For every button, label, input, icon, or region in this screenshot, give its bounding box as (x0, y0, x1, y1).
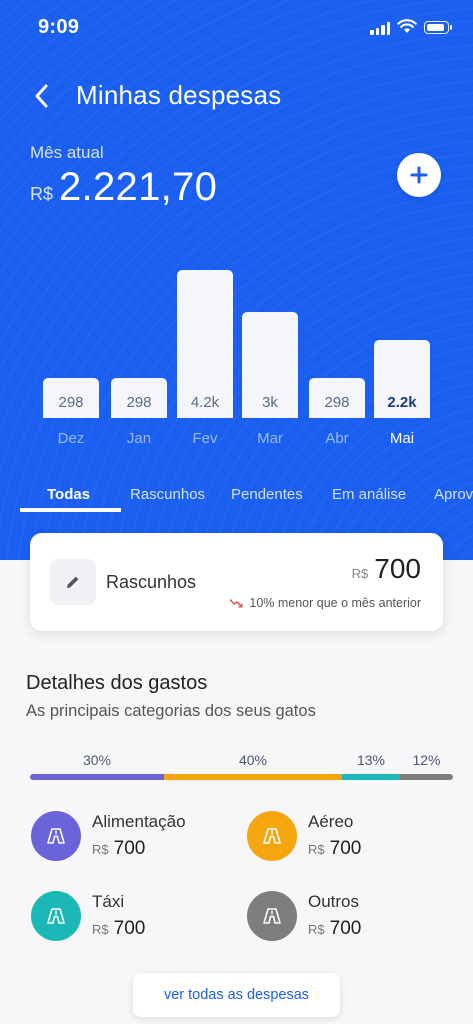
header-area: 9:09 Minhas despesas Mês atual R$ 2.221,… (0, 0, 473, 560)
plus-icon (410, 166, 428, 184)
chart-month-label[interactable]: Jan (111, 430, 167, 447)
distribution-percent-label: 13% (356, 752, 386, 768)
trend-down-icon (229, 599, 243, 608)
tab-em-análise[interactable]: Em análise (332, 486, 406, 503)
road-icon (263, 828, 281, 844)
chevron-left-icon (35, 84, 48, 108)
active-tab-indicator (20, 508, 121, 512)
category-item[interactable]: Alimentação R$ 700 (31, 811, 186, 861)
category-amount: R$ 700 (92, 918, 145, 940)
draft-summary-card[interactable]: Rascunhos R$ 700 10% menor que o mês ant… (30, 533, 443, 631)
category-value: 700 (329, 838, 362, 859)
page-title: Minhas despesas (76, 80, 282, 110)
details-title: Detalhes dos gastos (26, 672, 208, 694)
battery-icon (424, 21, 452, 34)
draft-comparison: 10% menor que o mês anterior (229, 596, 421, 610)
category-name: Alimentação (92, 812, 186, 831)
tab-todas[interactable]: Todas (47, 486, 90, 503)
category-value: 700 (329, 918, 362, 939)
wifi-icon (397, 19, 417, 33)
category-amount: R$ 700 (92, 838, 186, 860)
category-name: Aéreo (308, 812, 354, 831)
bar-value-label: 3k (262, 394, 278, 411)
category-name: Táxi (92, 892, 125, 911)
tab-pendentes[interactable]: Pendentes (231, 486, 303, 503)
chart-bar-mai[interactable]: 2.2k (374, 340, 430, 418)
category-item[interactable]: Outros R$ 700 (247, 891, 361, 941)
tab-aprov[interactable]: Aprov (434, 486, 473, 503)
chart-bar-mar[interactable]: 3k (242, 312, 298, 418)
status-bar: 9:09 (0, 0, 473, 56)
monthly-expenses-chart: 298 Dez 298 Jan 4.2k Fev 3k Mar 298 Abr 2.2k Mai (0, 230, 473, 460)
current-month-total: R$ 2.221,70 (30, 165, 217, 210)
chart-bar-jan[interactable]: 298 (111, 378, 167, 418)
tab-rascunhos[interactable]: Rascunhos (130, 486, 205, 503)
road-icon (47, 908, 65, 924)
back-button[interactable] (26, 78, 56, 114)
bar-value-label: 4.2k (190, 394, 220, 411)
chart-bar-abr[interactable]: 298 (309, 378, 365, 418)
pencil-icon (67, 576, 79, 588)
draft-comparison-text: 10% menor que o mês anterior (249, 596, 421, 610)
category-value: 700 (113, 838, 146, 859)
category-icon (31, 811, 81, 861)
road-icon (47, 828, 65, 844)
chart-month-label[interactable]: Dez (43, 430, 99, 447)
category-icon (247, 811, 297, 861)
chart-month-label[interactable]: Abr (309, 430, 365, 447)
add-expense-button[interactable] (397, 153, 441, 197)
category-value: 700 (113, 918, 146, 939)
category-amount: R$ 700 (308, 918, 361, 940)
status-time: 9:09 (38, 16, 80, 38)
distribution-segment (30, 774, 164, 780)
category-currency: R$ (308, 922, 325, 937)
distribution-segment (164, 774, 342, 780)
view-all-expenses-button[interactable]: ver todas as despesas (133, 973, 340, 1017)
distribution-percent-label: 30% (82, 752, 112, 768)
draft-button[interactable] (50, 559, 96, 605)
bar-value-label: 2.2k (387, 394, 417, 411)
distribution-segment (400, 774, 453, 780)
total-value: 2.221,70 (59, 165, 218, 209)
draft-amount: R$ 700 (352, 553, 421, 585)
draft-label: Rascunhos (106, 572, 197, 592)
bar-value-label: 298 (126, 394, 152, 411)
chart-month-label[interactable]: Mai (374, 430, 430, 447)
chart-bar-fev[interactable]: 4.2k (177, 270, 233, 418)
draft-value: 700 (374, 553, 421, 584)
category-item[interactable]: Táxi R$ 700 (31, 891, 145, 941)
bar-value-label: 298 (58, 394, 84, 411)
category-amount: R$ 700 (308, 838, 361, 860)
chart-month-label[interactable]: Fev (177, 430, 233, 447)
distribution-segment (342, 774, 400, 780)
chart-month-label[interactable]: Mar (242, 430, 298, 447)
category-item[interactable]: Aéreo R$ 700 (247, 811, 361, 861)
current-month-label: Mês atual (30, 143, 104, 162)
category-icon (31, 891, 81, 941)
cellular-signal-icon (370, 22, 390, 35)
details-subtitle: As principais categorias dos seus gatos (26, 702, 316, 720)
category-icon (247, 891, 297, 941)
distribution-percent-label: 12% (412, 752, 441, 768)
bar-value-label: 298 (324, 394, 350, 411)
currency-label: R$ (30, 184, 54, 204)
draft-currency: R$ (351, 566, 369, 581)
category-currency: R$ (308, 842, 325, 857)
category-currency: R$ (92, 842, 109, 857)
category-name: Outros (308, 892, 360, 911)
chart-bar-dez[interactable]: 298 (43, 378, 99, 418)
distribution-percent-label: 40% (238, 752, 268, 768)
road-icon (263, 908, 281, 924)
category-currency: R$ (92, 922, 109, 937)
status-tabs: Todas Rascunhos Pendentes Em análise Aprov (0, 478, 473, 518)
